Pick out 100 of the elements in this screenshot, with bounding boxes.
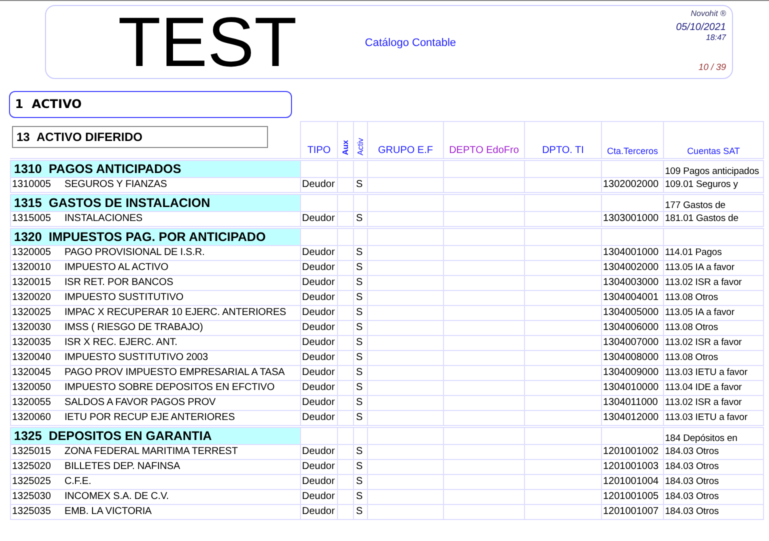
table-cell: S xyxy=(354,489,368,504)
table-cell: 1325020 xyxy=(10,459,62,474)
column-header: TIPO xyxy=(307,144,331,156)
table-cell: S xyxy=(354,290,368,305)
column-header: DPTO. TI xyxy=(542,144,584,156)
table-cell: 1325030 xyxy=(10,489,62,504)
table-cell: 1304009000 xyxy=(602,365,664,380)
table-cell: Deudor xyxy=(300,365,338,380)
table-cell: Deudor xyxy=(300,305,338,320)
table-cell: 184.03 Otros xyxy=(664,444,764,459)
table-cell: 1320045 xyxy=(10,365,62,380)
table-cell: 1201001004 xyxy=(602,474,664,489)
table-cell: 113.02 ISR a favor xyxy=(664,395,764,410)
table-cell: 1303001000 xyxy=(602,211,664,227)
table-cell: 1304004001 xyxy=(602,290,664,305)
table-cell: 1320005 xyxy=(10,245,62,260)
table-cell: S xyxy=(354,305,368,320)
table-cell: Deudor xyxy=(300,350,338,365)
table-cell: Deudor xyxy=(300,245,338,260)
table-cell: S xyxy=(354,459,368,474)
table-cell: 1320030 xyxy=(10,320,62,335)
page-number: 10 / 39 xyxy=(698,62,726,72)
table-cell: Deudor xyxy=(300,290,338,305)
table-cell: 1320040 xyxy=(10,350,62,365)
table-cell: S xyxy=(354,350,368,365)
table-cell: 1325035 xyxy=(10,504,62,519)
table-cell: Deudor xyxy=(300,459,338,474)
table-cell: 1201001005 xyxy=(602,489,664,504)
table-cell: 181.01 Gastos de xyxy=(664,211,764,227)
group-heading: 1320 IMPUESTOS PAG. POR ANTICIPADO xyxy=(10,227,300,245)
level-two-heading: 13 ACTIVO DIFERIDO xyxy=(12,126,268,148)
logo-text: TEST xyxy=(118,7,297,77)
table-cell: 113.03 IETU a favor xyxy=(664,410,764,426)
group-heading: 1325 DEPOSITOS EN GARANTIA xyxy=(10,426,300,444)
table-cell: C.F.E. xyxy=(62,474,300,489)
table-cell: 1325025 xyxy=(10,474,62,489)
table-cell: S xyxy=(354,380,368,395)
table-cell: 1304010000 xyxy=(602,380,664,395)
table-cell: Deudor xyxy=(300,335,338,350)
table-cell: Deudor xyxy=(300,410,338,426)
table-cell: Deudor xyxy=(300,474,338,489)
table-cell: INCOMEX S.A. DE C.V. xyxy=(62,489,300,504)
table-cell: 113.05 IA a favor xyxy=(664,305,764,320)
table-cell: EMB. LA VICTORIA xyxy=(62,504,300,519)
table-cell: S xyxy=(354,260,368,275)
table-cell: 184.03 Otros xyxy=(664,459,764,474)
table-cell: IMPUESTO SUSTITUTIVO xyxy=(62,290,300,305)
table-cell: S xyxy=(354,410,368,426)
table-cell: 113.03 IETU a favor xyxy=(664,365,764,380)
table-cell: 1320020 xyxy=(10,290,62,305)
table-cell: 113.05 IA a favor xyxy=(664,260,764,275)
table-cell: S xyxy=(354,444,368,459)
table-cell: S xyxy=(354,474,368,489)
column-header: DEPTO EdoFro xyxy=(449,144,519,156)
table-cell: 113.04 IDE a favor xyxy=(664,380,764,395)
table-cell: S xyxy=(354,365,368,380)
table-cell: 1320050 xyxy=(10,380,62,395)
table-cell: IMPUESTO SUSTITUTIVO 2003 xyxy=(62,350,300,365)
table-cell: Deudor xyxy=(300,177,338,193)
table-cell: 1201001007 xyxy=(602,504,664,519)
column-header: Activ xyxy=(356,138,365,156)
table-cell: 184 Depósitos en xyxy=(665,432,738,443)
column-header: GRUPO E.F xyxy=(378,144,433,156)
table-cell: 109.01 Seguros y xyxy=(664,177,764,193)
table-cell: IMPAC X RECUPERAR 10 EJERC. ANTERIORES xyxy=(62,305,300,320)
table-cell: 1304001000 xyxy=(602,245,664,260)
table-cell: IMSS ( RIESGO DE TRABAJO) xyxy=(62,320,300,335)
table-cell: Deudor xyxy=(300,320,338,335)
table-cell: S xyxy=(354,320,368,335)
table-cell: S xyxy=(354,335,368,350)
table-cell: Deudor xyxy=(300,489,338,504)
group-heading: 1310 PAGOS ANTICIPADOS xyxy=(10,159,300,177)
column-header: Aux xyxy=(341,140,350,156)
table-cell: S xyxy=(354,245,368,260)
table-cell: 1304008000 xyxy=(602,350,664,365)
table-cell: S xyxy=(354,211,368,227)
table-cell: 1304007000 xyxy=(602,335,664,350)
table-cell: 1201001002 xyxy=(602,444,664,459)
table-cell: 1320010 xyxy=(10,260,62,275)
table-cell: Deudor xyxy=(300,211,338,227)
table-cell: 1320015 xyxy=(10,275,62,290)
table-cell: 113.02 ISR a favor xyxy=(664,335,764,350)
table-cell: S xyxy=(354,275,368,290)
table-cell: 1304005000 xyxy=(602,305,664,320)
table-cell: IMPUESTO SOBRE DEPOSITOS EN EFCTIVO xyxy=(62,380,300,395)
table-cell: 113.08 Otros xyxy=(664,350,764,365)
table-cell: 113.08 Otros xyxy=(664,290,764,305)
table-cell: Deudor xyxy=(300,504,338,519)
table-cell: Deudor xyxy=(300,380,338,395)
table-cell: 177 Gastos de xyxy=(665,200,726,210)
report-time: 18:47 xyxy=(706,33,726,42)
table-cell: ISR RET. POR BANCOS xyxy=(62,275,300,290)
table-cell: 1304006000 xyxy=(602,320,664,335)
table-cell: 1320025 xyxy=(10,305,62,320)
table-cell: 1304012000 xyxy=(602,410,664,426)
table-cell: 1320055 xyxy=(10,395,62,410)
table-cell: SALDOS A FAVOR PAGOS PROV xyxy=(62,395,300,410)
table-cell: S xyxy=(354,395,368,410)
table-cell: 1304011000 xyxy=(602,395,664,410)
table-cell: 1304002000 xyxy=(602,260,664,275)
